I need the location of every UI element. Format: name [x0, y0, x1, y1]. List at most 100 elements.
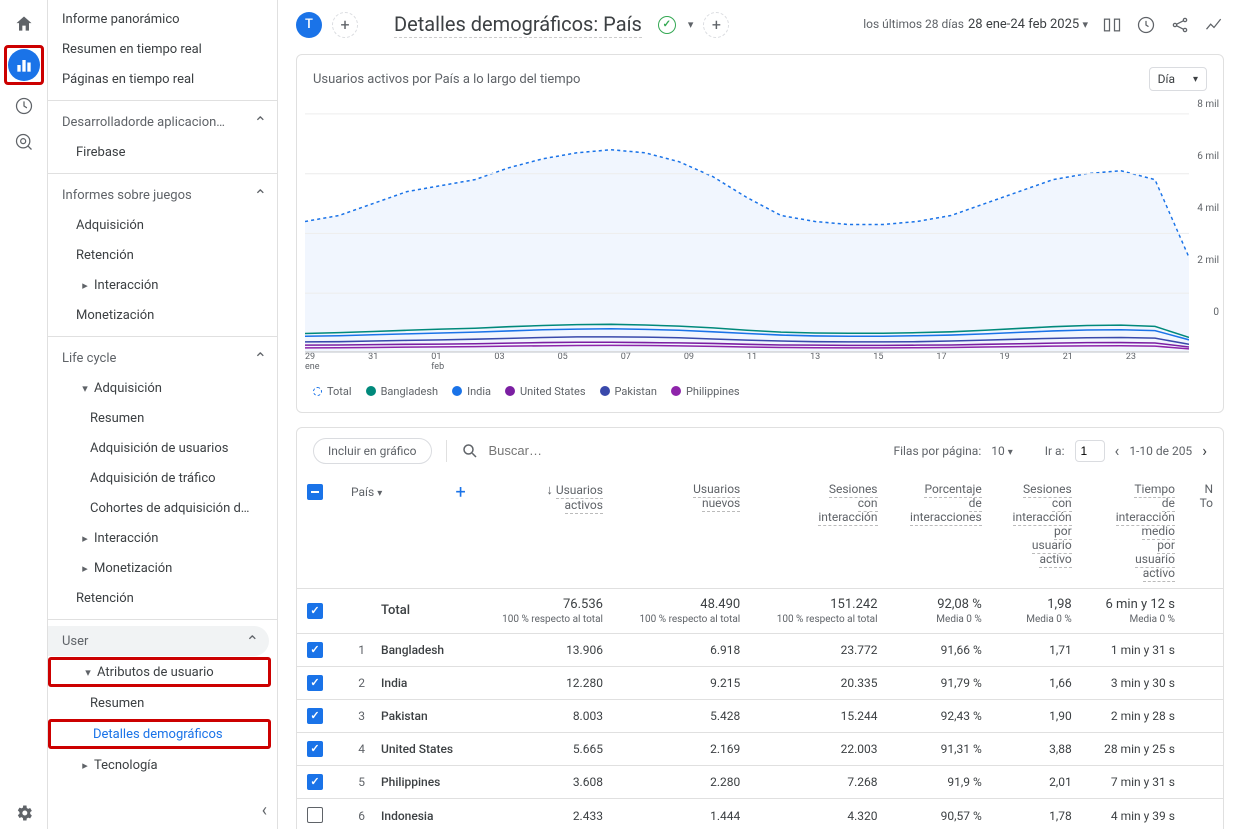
sidebar-acq-1[interactable]: Adquisición de usuarios — [48, 433, 277, 463]
table-row[interactable]: 4United States 5.6652.16922.00391,31 %3,… — [297, 732, 1223, 765]
sidebar-top-1[interactable]: Resumen en tiempo real — [48, 34, 277, 64]
legend-item[interactable]: Bangladesh — [366, 385, 439, 398]
sidebar-item-demographics[interactable]: Detalles demográficos — [51, 722, 268, 746]
sidebar-item-user-attributes[interactable]: ▾Atributos de usuario — [51, 660, 268, 684]
chart-card: Usuarios activos por País a lo largo del… — [296, 54, 1224, 413]
table-row[interactable]: 5Philippines 3.6082.2807.26891,9 %2,017 … — [297, 765, 1223, 798]
realtime-icon[interactable] — [1136, 15, 1156, 35]
column-header[interactable]: Sesionesconinteracción — [750, 474, 887, 589]
topbar: T + Detalles demográficos: País ▾ + los … — [278, 0, 1242, 50]
search-icon — [461, 442, 479, 460]
column-header[interactable]: Sesionesconinteracciónporusuarioactivo — [992, 474, 1082, 589]
table-row[interactable]: 1Bangladesh 13.9066.91823.77291,66 %1,71… — [297, 633, 1223, 666]
next-page-icon[interactable]: › — [1202, 441, 1207, 460]
search-input[interactable] — [487, 442, 880, 459]
plot-toggle-button[interactable]: Incluir en gráfico — [313, 438, 432, 464]
rows-per-page-label: Filas por página: — [893, 444, 981, 458]
explore-icon[interactable] — [8, 90, 40, 122]
legend-item[interactable]: United States — [505, 385, 585, 398]
row-checkbox[interactable] — [307, 642, 323, 658]
table-row[interactable]: 2India 12.2809.21520.33591,79 %1,663 min… — [297, 666, 1223, 699]
y-axis-label: 8 mil — [1197, 99, 1219, 110]
user-attributes-highlight: ▾Atributos de usuario — [48, 657, 271, 687]
compare-icon[interactable] — [1102, 15, 1122, 35]
table-row[interactable]: 3Pakistan 8.0035.42815.24492,43 %1,902 m… — [297, 699, 1223, 732]
sidebar-item-technology[interactable]: ▸Tecnología — [48, 750, 277, 780]
reports-icon[interactable] — [8, 49, 40, 81]
status-ok-icon[interactable] — [658, 16, 676, 34]
share-icon[interactable] — [1170, 15, 1190, 35]
legend-item[interactable]: Pakistan — [600, 385, 657, 398]
section-developer[interactable]: Desarrolladorde aplicacion…⌃ — [48, 107, 277, 137]
table-row[interactable]: 6Indonesia 2.4331.4444.32090,57 %1,784 m… — [297, 798, 1223, 829]
row-checkbox[interactable] — [307, 675, 323, 691]
total-checkbox[interactable] — [307, 603, 323, 619]
insights-icon[interactable] — [1204, 15, 1224, 35]
demographics-highlight: Detalles demográficos — [48, 719, 271, 749]
chart-legend: Total Bangladesh India United States Pakista… — [297, 377, 1223, 412]
caret-right-icon: ▸ — [76, 759, 94, 772]
sidebar-life-2[interactable]: Retención — [48, 583, 277, 613]
sidebar-acq-2[interactable]: Adquisición de tráfico — [48, 463, 277, 493]
sidebar-life-0[interactable]: ▸Interacción — [48, 523, 277, 553]
column-header[interactable]: Usuariosnuevos — [613, 474, 750, 589]
sidebar-games-1[interactable]: Retención — [48, 240, 277, 270]
sidebar-item-acquisition[interactable]: ▾Adquisición — [48, 373, 277, 403]
sidebar-games-2[interactable]: ▸Interacción — [48, 270, 277, 300]
reports-highlight — [4, 45, 44, 85]
sidebar-top-2[interactable]: Páginas en tiempo real — [48, 64, 277, 94]
column-header[interactable]: Porcentajedeinteracciones — [888, 474, 992, 589]
add-dimension-button[interactable]: + — [455, 482, 465, 503]
rows-per-page-select[interactable]: 10 ▾ — [991, 444, 1013, 458]
sidebar-dev-0[interactable]: Firebase — [48, 137, 277, 167]
data-table: País ▾+↓UsuariosactivosUsuariosnuevosSes… — [297, 474, 1223, 829]
section-user[interactable]: User⌃ — [48, 626, 269, 656]
legend-item[interactable]: Philippines — [671, 385, 740, 398]
select-all-checkbox[interactable] — [307, 484, 323, 500]
y-axis-label: 2 mil — [1197, 255, 1219, 266]
goto-label: Ir a: — [1045, 444, 1065, 458]
date-range-picker[interactable]: los últimos 28 días28 ene-24 feb 2025 ▾ — [863, 17, 1088, 32]
sidebar-life-1[interactable]: ▸Monetización — [48, 553, 277, 583]
row-checkbox[interactable] — [307, 741, 323, 757]
chevron-up-icon: ⌃ — [254, 349, 267, 368]
page-title: Detalles demográficos: País — [394, 12, 642, 38]
sidebar-games-3[interactable]: Monetización — [48, 300, 277, 330]
title-dropdown-icon[interactable]: ▾ — [688, 18, 694, 31]
row-checkbox[interactable] — [307, 807, 323, 823]
section-games[interactable]: Informes sobre juegos⌃ — [48, 180, 277, 210]
column-header[interactable]: NTo — [1185, 474, 1223, 589]
column-header[interactable]: ↓Usuariosactivos — [476, 474, 613, 589]
property-badge[interactable]: T — [296, 12, 322, 38]
caret-down-icon: ▾ — [79, 666, 97, 679]
prev-page-icon[interactable]: ‹ — [1115, 441, 1120, 460]
add-comparison-button[interactable]: + — [332, 12, 358, 38]
sidebar-acq-0[interactable]: Resumen — [48, 403, 277, 433]
settings-icon[interactable] — [8, 797, 40, 829]
total-row: Total 76.536100 % respecto al total 48.4… — [297, 588, 1223, 633]
section-lifecycle[interactable]: Life cycle⌃ — [48, 343, 277, 373]
home-icon[interactable] — [8, 8, 40, 40]
legend-item[interactable]: India — [452, 385, 491, 398]
chevron-up-icon: ⌃ — [254, 113, 267, 132]
legend-item[interactable]: Total — [313, 385, 352, 398]
sidebar-item-summary[interactable]: Resumen — [48, 688, 277, 718]
y-axis-label: 4 mil — [1197, 203, 1219, 214]
row-checkbox[interactable] — [307, 774, 323, 790]
goto-input[interactable] — [1075, 440, 1105, 462]
advertising-icon[interactable] — [8, 126, 40, 158]
caret-down-icon: ▾ — [76, 382, 94, 395]
sidebar-top-0[interactable]: Informe panorámico — [48, 4, 277, 34]
collapse-sidebar-icon[interactable]: ‹ — [262, 800, 267, 821]
sidebar-acq-3[interactable]: Cohortes de adquisición d… — [48, 493, 277, 523]
country-header[interactable]: País ▾ — [351, 485, 382, 499]
chart-plot[interactable]: 8 mil6 mil4 mil2 mil0 — [297, 103, 1223, 353]
granularity-select[interactable]: Día▾ — [1149, 67, 1207, 91]
add-button[interactable]: + — [703, 12, 729, 38]
sidebar: Informe panorámicoResumen en tiempo real… — [48, 0, 278, 829]
sidebar-games-0[interactable]: Adquisición — [48, 210, 277, 240]
chevron-up-icon: ⌃ — [254, 186, 267, 205]
chart-title: Usuarios activos por País a lo largo del… — [313, 72, 580, 87]
column-header[interactable]: Tiempodeinteracciónmedioporusuarioactivo — [1082, 474, 1185, 589]
row-checkbox[interactable] — [307, 708, 323, 724]
